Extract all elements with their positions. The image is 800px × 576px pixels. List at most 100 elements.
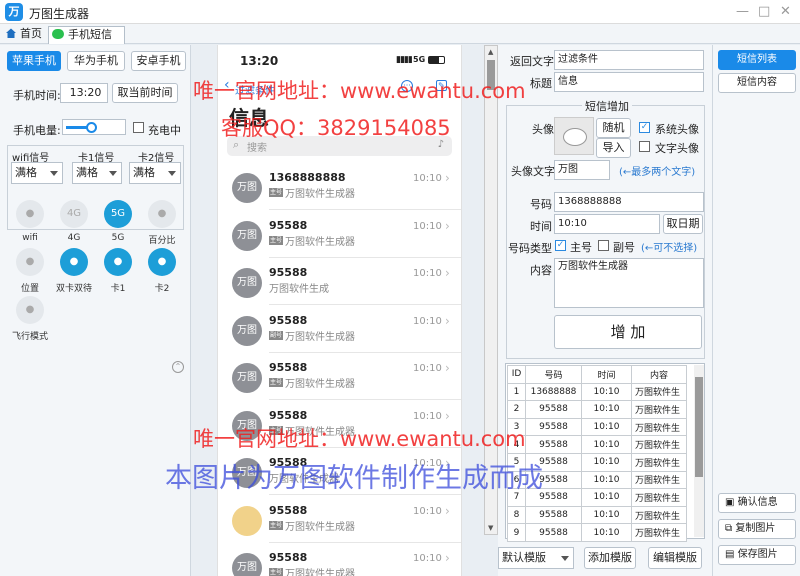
- table-scrollbar[interactable]: [694, 365, 704, 537]
- table-row[interactable]: 8 95588 10:10 万图软件生: [507, 505, 687, 525]
- wifi-icon[interactable]: ●: [16, 200, 44, 228]
- main-number-checkbox[interactable]: ✓: [555, 240, 566, 251]
- random-avatar-button[interactable]: 随机: [596, 118, 631, 138]
- scroll-down-icon[interactable]: ▼: [488, 524, 493, 532]
- huawei-button[interactable]: 华为手机: [67, 51, 125, 71]
- message-time: 10:10: [413, 315, 442, 327]
- message-row[interactable]: 万图 1368888888 主号 万图软件生成器 10:10 ›: [218, 163, 461, 210]
- airplane-icon[interactable]: ●: [16, 296, 44, 324]
- copy-icon: ⧉: [725, 523, 736, 534]
- message-time: 10:10: [413, 553, 442, 564]
- battery-percent-icon[interactable]: ●: [148, 200, 176, 228]
- table-row[interactable]: 1 13688888 10:10 万图软件生: [507, 382, 687, 402]
- content-textarea[interactable]: 万图软件生成器: [554, 258, 704, 308]
- close-window-icon[interactable]: ✕: [780, 4, 791, 19]
- message-row[interactable]: 万图 95588 副号 万图软件生成器 10:10 ›: [218, 306, 461, 353]
- title-input[interactable]: 信息: [554, 72, 704, 92]
- table-cell: 10:10: [581, 382, 632, 402]
- back-text-input[interactable]: 过滤条件: [554, 50, 704, 70]
- content-label: 内容: [530, 264, 552, 277]
- current-time-button[interactable]: 取当前时间: [112, 83, 178, 103]
- table-cell: 13688888: [525, 382, 582, 402]
- message-time: 10:10: [413, 268, 442, 279]
- template-select[interactable]: 默认模版: [498, 547, 574, 569]
- save-image-button[interactable]: ▤ 保存图片: [718, 545, 796, 565]
- table-row[interactable]: 3 95588 10:10 万图软件生: [507, 417, 687, 437]
- table-row[interactable]: 9 95588 10:10 万图软件生: [507, 523, 687, 542]
- table-scroll-thumb[interactable]: [695, 377, 703, 477]
- wifi-signal-select[interactable]: 满格: [11, 162, 63, 184]
- 5g-icon[interactable]: 5G: [104, 200, 132, 228]
- time-input[interactable]: 10:10: [554, 214, 660, 234]
- number-tag: 主号: [269, 568, 284, 576]
- edit-template-button[interactable]: 编辑模版: [648, 547, 702, 569]
- table-row[interactable]: 2 95588 10:10 万图软件生: [507, 400, 687, 419]
- add-button[interactable]: 增 加: [554, 315, 702, 349]
- quick-toggle-label: 位置: [20, 284, 39, 294]
- message-row[interactable]: 万图 95588 主号 万图软件生成器 10:10 ›: [218, 543, 461, 576]
- phone-time-label: 手机时间:: [13, 89, 61, 102]
- action-panel: 短信列表 短信内容 ▣ 确认信息 ⧉ 复制图片 ▤ 保存图片: [712, 45, 800, 576]
- text-avatar-checkbox[interactable]: [639, 141, 650, 152]
- sub-number-checkbox[interactable]: [598, 240, 609, 251]
- chevron-down-icon: [561, 556, 569, 561]
- number-input[interactable]: 1368888888: [554, 192, 704, 212]
- app-title: 万图生成器: [29, 7, 90, 21]
- table-cell: 万图软件生: [631, 470, 687, 490]
- message-row[interactable]: 万图 95588 主号 万图软件生成器 10:10 ›: [218, 353, 461, 400]
- chevron-down-icon: [50, 171, 58, 176]
- sim2-signal-select[interactable]: 满格: [129, 162, 181, 184]
- scroll-up-icon[interactable]: ▲: [488, 48, 493, 56]
- add-template-button[interactable]: 添加模版: [584, 547, 636, 569]
- battery-label: 手机电量:: [13, 124, 61, 137]
- tab-sms[interactable]: 手机短信✕: [48, 26, 125, 58]
- dual-sim-icon[interactable]: ●: [60, 248, 88, 276]
- minimize-icon[interactable]: —: [736, 4, 749, 19]
- number-tag: 副号: [269, 330, 284, 340]
- sub-number-label: 副号: [613, 241, 635, 254]
- copy-image-button[interactable]: ⧉ 复制图片: [718, 519, 796, 539]
- sms-add-title: 短信增加: [582, 98, 632, 114]
- table-cell: 10:10: [581, 417, 632, 437]
- table-cell: 10:10: [581, 523, 632, 542]
- sms-list-button[interactable]: 短信列表: [718, 50, 796, 70]
- collapse-icon[interactable]: ⌃: [172, 361, 184, 373]
- time-label: 时间: [530, 220, 552, 233]
- message-row[interactable]: 万图 95588 万图软件生成 10:10 ›: [218, 258, 461, 305]
- confirm-info-button[interactable]: ▣ 确认信息: [718, 493, 796, 513]
- message-time: 10:10: [413, 173, 442, 184]
- message-row[interactable]: 95588 主号 万图软件生成器 10:10 ›: [218, 496, 461, 543]
- table-row[interactable]: 4 95588 10:10 万图软件生: [507, 435, 687, 454]
- confirm-icon: ▣: [725, 497, 738, 508]
- location-icon[interactable]: ●: [16, 248, 44, 276]
- quick-toggle-label: 4G: [67, 233, 81, 243]
- maximize-icon[interactable]: □: [758, 4, 770, 19]
- system-avatar-checkbox[interactable]: ✓: [639, 122, 650, 133]
- get-date-button[interactable]: 取日期: [663, 214, 703, 234]
- phone-time-input[interactable]: 13:20: [60, 83, 108, 103]
- sim1-signal-icon[interactable]: ●: [104, 248, 132, 276]
- avatar-text-input[interactable]: 万图: [554, 160, 610, 180]
- col-content-header: 内容: [631, 365, 687, 384]
- sms-content-button[interactable]: 短信内容: [718, 73, 796, 93]
- table-cell: 95588: [525, 435, 582, 454]
- import-avatar-button[interactable]: 导入: [596, 138, 631, 158]
- table-cell: 10:10: [581, 488, 632, 507]
- iphone-button[interactable]: 苹果手机: [7, 51, 61, 71]
- sim1-signal-select[interactable]: 满格: [72, 162, 122, 184]
- sim2-signal-icon[interactable]: ●: [148, 248, 176, 276]
- battery-slider[interactable]: [62, 119, 126, 135]
- message-row[interactable]: 万图 95588 主号 万图软件生成器 10:10 ›: [218, 211, 461, 258]
- charging-checkbox[interactable]: [133, 122, 144, 133]
- quick-toggle-label: wifi: [22, 233, 38, 243]
- battery-icon: [428, 56, 445, 64]
- message-time: 10:10: [413, 505, 442, 517]
- 4g-icon[interactable]: 4G: [60, 200, 88, 228]
- android-button[interactable]: 安卓手机: [131, 51, 186, 71]
- table-cell: 95588: [525, 400, 582, 419]
- battery-slider-thumb[interactable]: [86, 122, 98, 133]
- tab-home[interactable]: 首页: [2, 26, 46, 44]
- main-number-label: 主号: [570, 241, 592, 254]
- table-cell: 万图软件生: [631, 505, 687, 525]
- table-cell: 95588: [525, 523, 582, 542]
